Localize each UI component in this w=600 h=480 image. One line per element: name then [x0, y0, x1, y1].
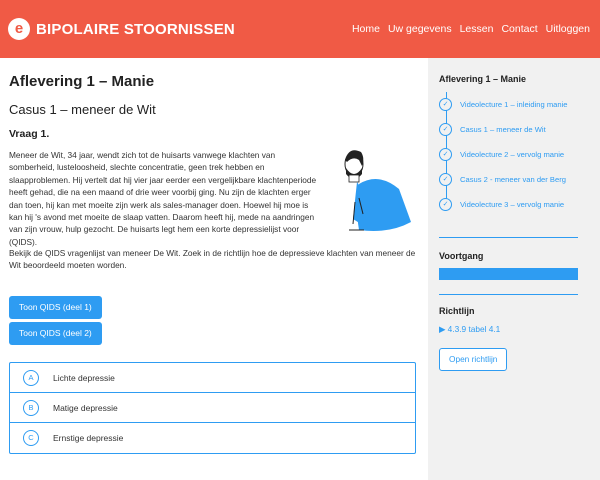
page-title: Aflevering 1 – Manie	[9, 73, 155, 90]
check-icon: ✓	[439, 98, 452, 111]
guideline-link[interactable]: ▶ 4.3.9 tabel 4.1	[439, 324, 500, 334]
check-icon: ✓	[439, 148, 452, 161]
progress-fill	[439, 268, 578, 280]
question-label: Vraag 1.	[9, 128, 50, 140]
sidebar-title: Aflevering 1 – Manie	[439, 74, 527, 84]
episode-item-videolecture-3[interactable]: ✓ Videolecture 3 – vervolg manie	[439, 192, 599, 217]
episode-label: Videolecture 1 – inleiding manie	[460, 100, 568, 109]
episode-label: Videolecture 3 – vervolg manie	[460, 200, 565, 209]
guideline-title: Richtlijn	[439, 306, 475, 316]
episode-item-videolecture-2[interactable]: ✓ Videolecture 2 – vervolg manie	[439, 142, 599, 167]
answer-option-b[interactable]: B Matige depressie	[10, 393, 415, 423]
episode-item-videolecture-1[interactable]: ✓ Videolecture 1 – inleiding manie	[439, 92, 599, 117]
nav-home[interactable]: Home	[352, 23, 380, 35]
main-nav: Home Uw gegevens Lessen Contact Uitlogge…	[344, 23, 590, 35]
answer-option-c[interactable]: C Ernstige depressie	[10, 423, 415, 453]
option-letter-a: A	[23, 369, 39, 386]
answer-option-a[interactable]: A Lichte depressie	[10, 363, 415, 393]
episode-item-casus-2[interactable]: ✓ Casus 2 - meneer van der Berg	[439, 167, 599, 192]
case-title: Casus 1 – meneer de Wit	[9, 102, 156, 117]
logo-icon: e	[8, 18, 30, 40]
site-title: BIPOLAIRE STOORNISSEN	[36, 20, 235, 38]
top-navbar: e BIPOLAIRE STOORNISSEN Home Uw gegevens…	[0, 0, 600, 58]
answer-options: A Lichte depressie B Matige depressie C …	[9, 362, 416, 454]
option-label-c: Ernstige depressie	[53, 433, 124, 443]
option-letter-b: B	[23, 399, 39, 416]
show-qids-part2-button[interactable]: Toon QIDS (deel 2)	[9, 322, 102, 345]
episode-item-casus-1[interactable]: ✓ Casus 1 – meneer de Wit	[439, 117, 599, 142]
show-qids-part1-button[interactable]: Toon QIDS (deel 1)	[9, 296, 102, 319]
option-label-a: Lichte depressie	[53, 372, 115, 383]
option-letter-c: C	[23, 430, 39, 446]
episode-list: ✓ Videolecture 1 – inleiding manie ✓ Cas…	[439, 92, 599, 217]
check-icon: ✓	[439, 123, 452, 136]
option-label-b: Matige depressie	[53, 402, 118, 413]
brand[interactable]: e BIPOLAIRE STOORNISSEN	[8, 18, 235, 40]
open-guideline-button[interactable]: Open richtlijn	[439, 348, 508, 371]
episode-label: Casus 2 - meneer van der Berg	[460, 175, 566, 184]
nav-lessen[interactable]: Lessen	[460, 23, 494, 35]
progress-bar	[439, 268, 578, 280]
check-icon: ✓	[439, 173, 452, 186]
nav-contact[interactable]: Contact	[501, 23, 537, 35]
episode-label: Casus 1 – meneer de Wit	[460, 125, 546, 134]
nav-uw-gegevens[interactable]: Uw gegevens	[388, 23, 452, 35]
nav-uitloggen[interactable]: Uitloggen	[546, 23, 590, 35]
episode-label: Videolecture 2 – vervolg manie	[460, 150, 565, 159]
divider	[439, 237, 578, 238]
sidebar: Aflevering 1 – Manie ✓ Videolecture 1 – …	[428, 58, 600, 480]
instruction-text: Bekijk de QIDS vragenlijst van meneer De…	[9, 248, 416, 271]
case-description: Meneer de Wit, 34 jaar, wendt zich tot d…	[9, 150, 317, 247]
divider	[439, 294, 578, 295]
progress-title: Voortgang	[439, 251, 484, 261]
check-icon: ✓	[439, 198, 452, 211]
patient-illustration	[344, 150, 411, 231]
